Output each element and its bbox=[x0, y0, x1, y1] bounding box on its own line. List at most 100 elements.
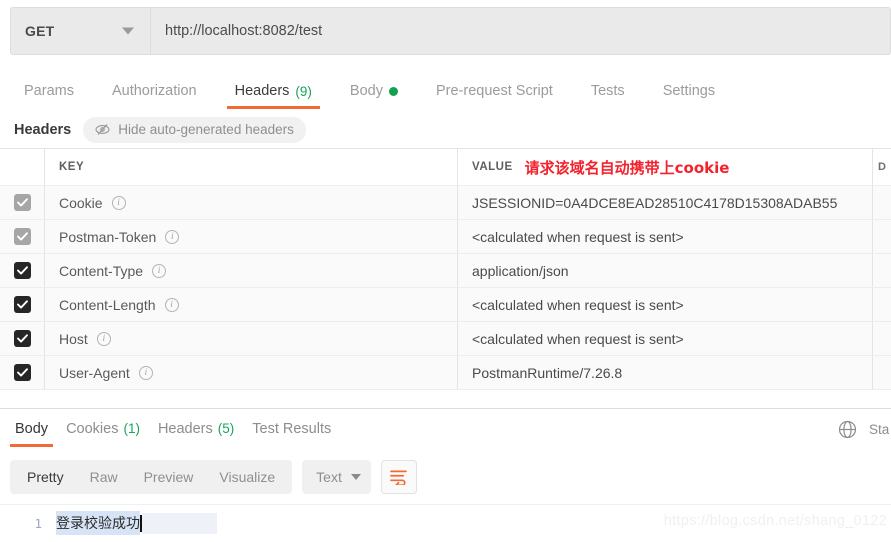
response-tab-body[interactable]: Body bbox=[6, 410, 57, 448]
postman-window: GET http://localhost:8082/test Params Au… bbox=[0, 0, 891, 542]
response-tab-cookies-count: (1) bbox=[123, 421, 140, 436]
row-checkbox[interactable] bbox=[13, 262, 31, 279]
table-row[interactable]: Cookie i JSESSIONID=0A4DCE8EAD28510C4178… bbox=[0, 186, 891, 220]
info-icon[interactable]: i bbox=[138, 365, 153, 380]
header-value-text: application/json bbox=[472, 262, 569, 279]
info-icon[interactable]: i bbox=[165, 229, 180, 244]
view-mode-preview-label: Preview bbox=[143, 469, 194, 485]
tab-settings[interactable]: Settings bbox=[653, 73, 725, 109]
response-tab-headers[interactable]: Headers (5) bbox=[149, 410, 243, 448]
table-row[interactable]: User-Agent i PostmanRuntime/7.26.8 bbox=[0, 356, 891, 390]
header-key-text: Content-Type bbox=[59, 262, 144, 279]
header-description-cell[interactable] bbox=[873, 220, 891, 253]
view-mode-pretty[interactable]: Pretty bbox=[14, 460, 77, 494]
headers-table-header-row: KEY VALUE 请求该域名自动携带上cookie D bbox=[0, 149, 891, 186]
header-value-cell[interactable]: <calculated when request is sent> bbox=[458, 322, 873, 355]
response-format-select[interactable]: Text bbox=[302, 460, 371, 494]
tab-tests[interactable]: Tests bbox=[581, 73, 635, 109]
header-cell-value: VALUE 请求该域名自动携带上cookie bbox=[458, 149, 873, 185]
table-row[interactable]: Host i <calculated when request is sent> bbox=[0, 322, 891, 356]
response-status-area: Sta bbox=[838, 409, 891, 449]
header-value-text: PostmanRuntime/7.26.8 bbox=[472, 364, 623, 381]
request-url-bar: GET http://localhost:8082/test bbox=[10, 7, 891, 55]
header-value-cell[interactable]: JSESSIONID=0A4DCE8EAD28510C4178D15308ADA… bbox=[458, 186, 873, 219]
header-key-cell[interactable]: Cookie i bbox=[45, 186, 458, 219]
table-row[interactable]: Postman-Token i <calculated when request… bbox=[0, 220, 891, 254]
tab-pre-request-script[interactable]: Pre-request Script bbox=[426, 73, 563, 109]
header-key-text: Cookie bbox=[59, 194, 103, 211]
tab-tests-label: Tests bbox=[590, 83, 625, 99]
info-icon[interactable]: i bbox=[96, 331, 111, 346]
response-tab-headers-count: (5) bbox=[217, 421, 235, 436]
response-tab-headers-label: Headers bbox=[157, 420, 213, 437]
response-tab-test-results-label: Test Results bbox=[252, 420, 332, 437]
row-checkbox[interactable] bbox=[13, 364, 31, 381]
http-method-select[interactable]: GET bbox=[11, 8, 151, 54]
view-mode-visualize[interactable]: Visualize bbox=[206, 460, 288, 494]
info-icon[interactable]: i bbox=[152, 263, 167, 278]
tab-params[interactable]: Params bbox=[14, 73, 84, 109]
row-checkbox[interactable] bbox=[13, 296, 31, 313]
response-tab-test-results[interactable]: Test Results bbox=[243, 410, 340, 448]
table-row[interactable]: Content-Type i application/json bbox=[0, 254, 891, 288]
word-wrap-button[interactable] bbox=[380, 460, 417, 494]
header-description-cell[interactable] bbox=[873, 186, 891, 219]
header-value-cell[interactable]: <calculated when request is sent> bbox=[458, 220, 873, 253]
row-checkbox-cell[interactable] bbox=[0, 186, 45, 219]
response-body-text[interactable]: 登录校验成功 bbox=[56, 511, 140, 535]
chevron-down-icon bbox=[122, 27, 134, 35]
tab-body[interactable]: Body bbox=[340, 73, 408, 109]
header-key-cell[interactable]: Host i bbox=[45, 322, 458, 355]
header-key-text: User-Agent bbox=[59, 364, 130, 381]
headers-subbar: Headers Hide auto-generated headers bbox=[0, 111, 891, 148]
hide-auto-generated-headers-button[interactable]: Hide auto-generated headers bbox=[83, 116, 306, 143]
row-checkbox-cell[interactable] bbox=[0, 220, 45, 253]
response-format-label: Text bbox=[316, 469, 342, 485]
info-icon[interactable]: i bbox=[164, 297, 179, 312]
url-input[interactable]: http://localhost:8082/test bbox=[151, 8, 890, 54]
row-checkbox[interactable] bbox=[13, 330, 31, 347]
row-checkbox-cell[interactable] bbox=[0, 322, 45, 355]
headers-table: KEY VALUE 请求该域名自动携带上cookie D Cookie i JS… bbox=[0, 148, 891, 408]
view-mode-raw[interactable]: Raw bbox=[77, 460, 131, 494]
view-mode-pretty-label: Pretty bbox=[27, 469, 64, 485]
header-value-text: JSESSIONID=0A4DCE8EAD28510C4178D15308ADA… bbox=[472, 194, 838, 211]
view-mode-preview[interactable]: Preview bbox=[131, 460, 207, 494]
header-value-cell[interactable]: <calculated when request is sent> bbox=[458, 288, 873, 321]
response-tabs: Body Cookies (1) Headers (5) Test Result… bbox=[0, 408, 891, 448]
response-tab-cookies[interactable]: Cookies (1) bbox=[57, 410, 149, 448]
row-checkbox-cell[interactable] bbox=[0, 356, 45, 389]
body-modified-dot-icon bbox=[388, 86, 398, 96]
column-header-value: VALUE bbox=[472, 161, 513, 173]
row-checkbox[interactable] bbox=[13, 228, 31, 245]
row-checkbox[interactable] bbox=[13, 194, 31, 211]
tab-authorization-label: Authorization bbox=[111, 83, 197, 99]
tab-headers-label: Headers bbox=[234, 83, 290, 99]
header-description-cell[interactable] bbox=[873, 356, 891, 389]
header-description-cell[interactable] bbox=[873, 254, 891, 287]
row-checkbox-cell[interactable] bbox=[0, 288, 45, 321]
tab-headers[interactable]: Headers (9) bbox=[225, 73, 322, 109]
globe-icon[interactable] bbox=[838, 420, 857, 439]
hide-auto-generated-headers-label: Hide auto-generated headers bbox=[118, 122, 294, 137]
selection-tail bbox=[142, 512, 217, 534]
tab-params-label: Params bbox=[24, 83, 74, 99]
status-label: Sta bbox=[869, 421, 889, 437]
header-key-cell[interactable]: Content-Length i bbox=[45, 288, 458, 321]
tab-authorization[interactable]: Authorization bbox=[102, 73, 207, 109]
info-icon[interactable]: i bbox=[111, 195, 126, 210]
chevron-down-icon bbox=[350, 474, 361, 480]
row-checkbox-cell[interactable] bbox=[0, 254, 45, 287]
view-mode-raw-label: Raw bbox=[89, 469, 118, 485]
column-header-description: D bbox=[878, 161, 886, 173]
header-key-cell[interactable]: Postman-Token i bbox=[45, 220, 458, 253]
header-key-cell[interactable]: User-Agent i bbox=[45, 356, 458, 389]
header-description-cell[interactable] bbox=[873, 322, 891, 355]
header-value-cell[interactable]: PostmanRuntime/7.26.8 bbox=[458, 356, 873, 389]
view-mode-visualize-label: Visualize bbox=[219, 469, 276, 485]
table-row[interactable]: Content-Length i <calculated when reques… bbox=[0, 288, 891, 322]
check-icon bbox=[16, 198, 28, 207]
header-key-cell[interactable]: Content-Type i bbox=[45, 254, 458, 287]
header-description-cell[interactable] bbox=[873, 288, 891, 321]
header-value-cell[interactable]: application/json bbox=[458, 254, 873, 287]
